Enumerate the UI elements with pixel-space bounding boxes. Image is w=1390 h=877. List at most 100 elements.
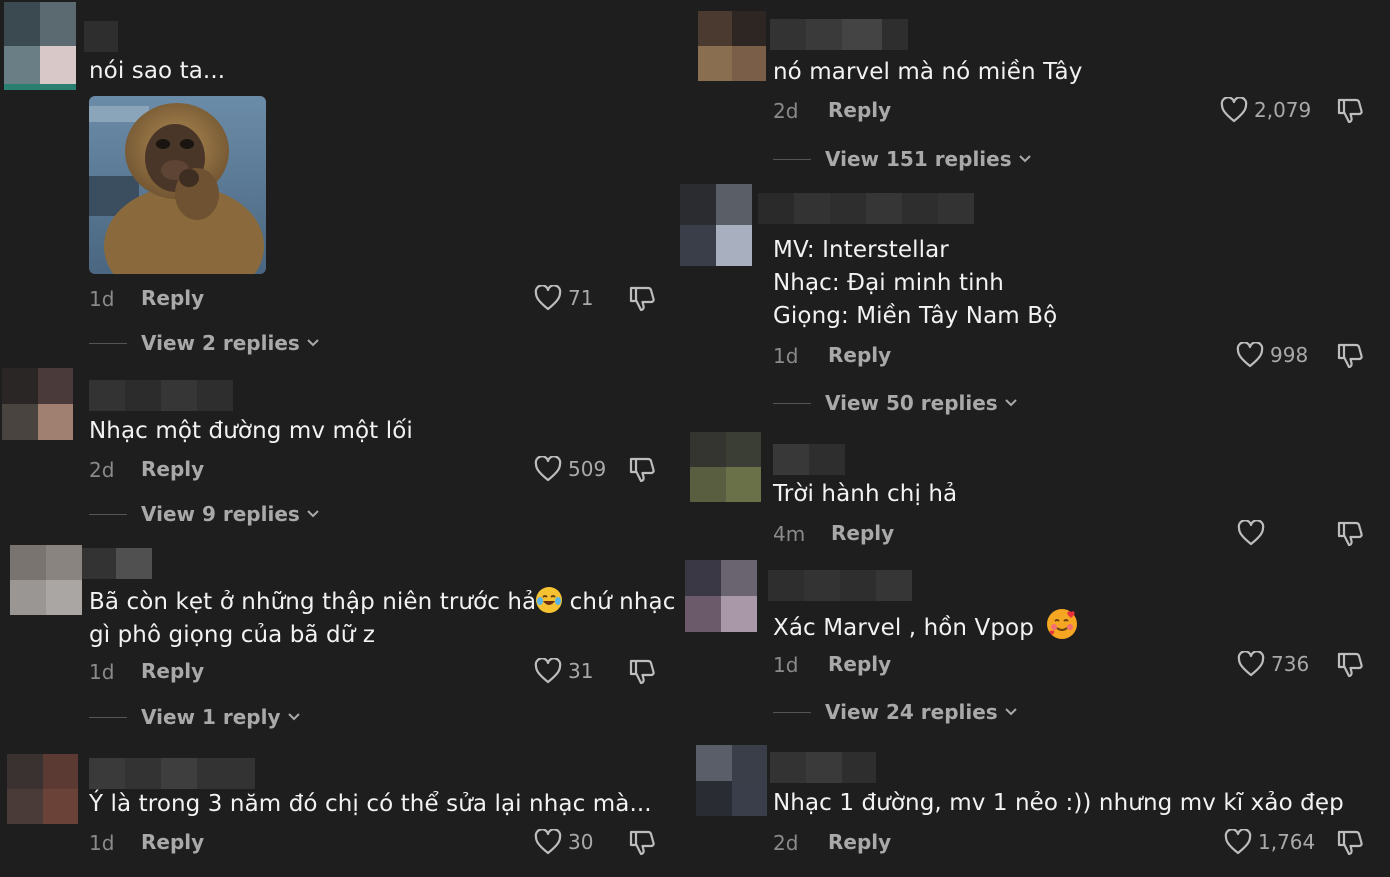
like-count: 2,079	[1254, 98, 1312, 122]
like-button[interactable]: 71	[534, 285, 593, 311]
like-button[interactable]: 30	[534, 829, 593, 855]
like-button[interactable]: 736	[1237, 651, 1309, 677]
view-replies-button[interactable]: View 1 reply	[89, 705, 301, 729]
username-blurred[interactable]	[770, 19, 908, 50]
dislike-button[interactable]	[628, 828, 656, 856]
comment-text: Bã còn kẹt ở những thập niên trước hả ch…	[89, 586, 675, 619]
like-button[interactable]: 509	[534, 456, 606, 482]
avatar[interactable]	[696, 745, 767, 816]
comment-text-line-3: Giọng: Miền Tây Nam Bộ	[773, 303, 1058, 329]
comment-text-line-2: gì phô giọng của bã dữ z	[89, 622, 376, 648]
reply-button[interactable]: Reply	[831, 521, 894, 545]
like-button[interactable]: 2,079	[1220, 97, 1311, 123]
reply-button[interactable]: Reply	[141, 659, 204, 683]
reply-button[interactable]: Reply	[828, 652, 891, 676]
thumbs-down-icon	[1337, 343, 1363, 369]
heart-outline-icon	[534, 456, 562, 482]
avatar[interactable]	[690, 432, 761, 502]
like-count: 1,764	[1258, 830, 1316, 854]
chevron-down-icon	[1018, 155, 1031, 163]
like-count: 509	[568, 457, 607, 481]
username-blurred[interactable]	[89, 758, 255, 789]
like-count: 71	[568, 286, 594, 310]
monkey-thinking-image[interactable]	[89, 96, 266, 274]
heart-outline-icon	[1237, 520, 1265, 546]
like-button[interactable]: 1,764	[1224, 829, 1315, 855]
heart-outline-icon	[1220, 97, 1248, 123]
username-blurred[interactable]	[758, 193, 974, 224]
face-with-tears-of-joy-icon	[536, 587, 563, 613]
comment-age: 1d	[89, 287, 115, 311]
thumbs-down-icon	[629, 286, 655, 312]
comment-text: MV: Interstellar	[773, 237, 949, 263]
reply-button[interactable]: Reply	[828, 98, 891, 122]
thumbs-down-icon	[1337, 521, 1363, 547]
avatar[interactable]	[2, 368, 73, 440]
comment-text-line-2: Nhạc: Đại minh tinh	[773, 270, 1004, 296]
dislike-button[interactable]	[1336, 650, 1364, 678]
dislike-button[interactable]	[1336, 828, 1364, 856]
view-replies-button[interactable]: View 24 replies	[773, 700, 1018, 724]
comment-age: 2d	[89, 458, 115, 482]
comment-text-line: Xác Marvel , hồn Vpop	[773, 615, 1034, 641]
dislike-button[interactable]	[1336, 341, 1364, 369]
heart-outline-icon	[534, 285, 562, 311]
heart-outline-icon	[534, 658, 562, 684]
chevron-down-icon	[307, 510, 319, 518]
view-replies-button[interactable]: View 50 replies	[773, 391, 1018, 415]
thumbs-down-icon	[629, 830, 655, 856]
reply-button[interactable]: Reply	[141, 286, 204, 310]
chevron-down-icon	[1005, 708, 1017, 716]
username-blurred[interactable]	[768, 570, 912, 601]
thumbs-down-icon	[1337, 98, 1363, 124]
comment-age: 1d	[89, 660, 115, 684]
reply-button[interactable]: Reply	[828, 343, 891, 367]
comment-age: 1d	[773, 344, 799, 368]
like-button[interactable]: 998	[1236, 342, 1308, 368]
username-blurred[interactable]	[770, 752, 876, 783]
like-button[interactable]	[1237, 520, 1271, 546]
avatar[interactable]	[680, 184, 752, 266]
thumbs-down-icon	[1337, 830, 1363, 856]
reply-button[interactable]: Reply	[141, 457, 204, 481]
view-replies-button[interactable]: View 2 replies	[89, 331, 320, 355]
avatar[interactable]	[4, 2, 76, 90]
comment-age: 1d	[773, 653, 799, 677]
dislike-button[interactable]	[628, 284, 656, 312]
like-button[interactable]: 31	[534, 658, 593, 684]
reply-button[interactable]: Reply	[828, 830, 891, 854]
comment-text: nó marvel mà nó miền Tây	[773, 59, 1083, 85]
comment-text-line: Bã còn kẹt ở những thập niên trước hả	[89, 589, 537, 615]
view-replies-button[interactable]: View 9 replies	[89, 502, 320, 526]
comment-age: 1d	[89, 831, 115, 855]
username-blurred[interactable]	[84, 21, 118, 52]
avatar[interactable]	[10, 545, 82, 615]
like-count: 30	[568, 830, 594, 854]
comment-age: 2d	[773, 99, 799, 123]
view-replies-button[interactable]: View 151 replies	[773, 147, 1032, 171]
thumbs-down-icon	[629, 457, 655, 483]
chevron-down-icon	[287, 713, 300, 721]
dislike-button[interactable]	[628, 657, 656, 685]
avatar[interactable]	[685, 560, 757, 632]
heart-outline-icon	[1236, 342, 1264, 368]
comments-column-left: nói sao ta... 1d Reply 71 View 2 replies…	[0, 0, 680, 877]
avatar-strip	[4, 84, 76, 90]
comments-column-right: nó marvel mà nó miền Tây 2d Reply 2,079 …	[680, 0, 1390, 877]
avatar[interactable]	[698, 11, 766, 81]
username-blurred[interactable]	[773, 444, 845, 475]
avatar[interactable]	[7, 754, 78, 824]
dislike-button[interactable]	[628, 455, 656, 483]
dislike-button[interactable]	[1336, 519, 1364, 547]
username-blurred[interactable]	[82, 548, 152, 579]
dislike-button[interactable]	[1336, 96, 1364, 124]
comment-text-line: chứ nhạc	[562, 589, 676, 615]
smiling-face-with-hearts-icon	[1047, 609, 1078, 639]
username-blurred[interactable]	[89, 380, 233, 411]
like-count: 736	[1271, 652, 1310, 676]
chevron-down-icon	[307, 339, 319, 347]
reply-button[interactable]: Reply	[141, 830, 204, 854]
view-replies-label: View 50 replies	[825, 391, 998, 415]
comment-text: Trời hành chị hả	[773, 481, 958, 507]
comment-age: 2d	[773, 831, 799, 855]
